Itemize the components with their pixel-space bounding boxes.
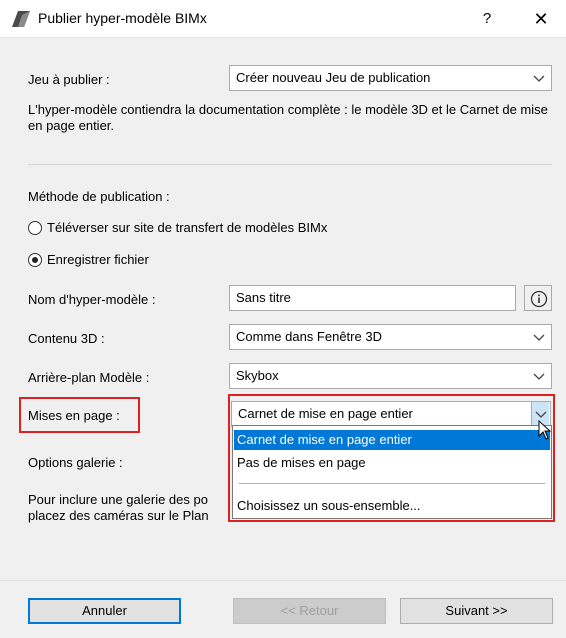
jeu-label: Jeu à publier : [28,72,110,87]
archicad-app-icon [12,11,30,27]
galerie-label: Options galerie : [28,455,123,470]
galerie-text-line2: placez des caméras sur le Plan [28,508,209,523]
radio-upload-label: Téléverser sur site de transfert de modè… [47,220,328,235]
info-button[interactable] [524,285,552,311]
nom-input[interactable]: Sans titre [229,285,516,311]
radio-save-circle[interactable] [28,253,42,267]
radio-selected-dot [32,257,38,263]
jeu-dropdown[interactable]: Créer nouveau Jeu de publication [229,65,552,91]
contenu-dropdown[interactable]: Comme dans Fenêtre 3D [229,324,552,350]
contenu-label: Contenu 3D : [28,331,105,346]
dropdown-highlight [228,394,555,522]
galerie-text-line1: Pour inclure une galerie des po [28,492,208,507]
footer-separator [0,580,566,581]
title-bar: Publier hyper-modèle BIMx ? ✕ [0,0,566,38]
chevron-down-icon [533,66,545,90]
chevron-down-icon [533,364,545,388]
next-button[interactable]: Suivant >> [400,598,553,624]
jeu-value: Créer nouveau Jeu de publication [236,70,431,85]
radio-upload[interactable]: Téléverser sur site de transfert de modè… [28,220,388,238]
galerie-text: Pour inclure une galerie des po placez d… [28,492,238,524]
mouse-cursor-icon [538,419,552,443]
close-button[interactable]: ✕ [524,6,558,32]
arriere-dropdown[interactable]: Skybox [229,363,552,389]
chevron-down-icon [533,325,545,349]
methode-label: Méthode de publication : [28,189,170,204]
description-text: L'hyper-modèle contiendra la documentati… [28,102,548,133]
window-title: Publier hyper-modèle BIMx [38,10,207,26]
cancel-button[interactable]: Annuler [28,598,181,624]
radio-save-label: Enregistrer fichier [47,252,149,267]
separator [28,164,552,165]
help-button[interactable]: ? [472,6,502,32]
radio-save[interactable]: Enregistrer fichier [28,252,228,270]
arriere-value: Skybox [236,368,279,383]
mises-label: Mises en page : [28,408,120,423]
arriere-label: Arrière-plan Modèle : [28,370,150,385]
back-button[interactable]: << Retour [233,598,386,624]
radio-upload-circle[interactable] [28,221,42,235]
contenu-value: Comme dans Fenêtre 3D [236,329,382,344]
nom-label: Nom d'hyper-modèle : [28,292,156,307]
